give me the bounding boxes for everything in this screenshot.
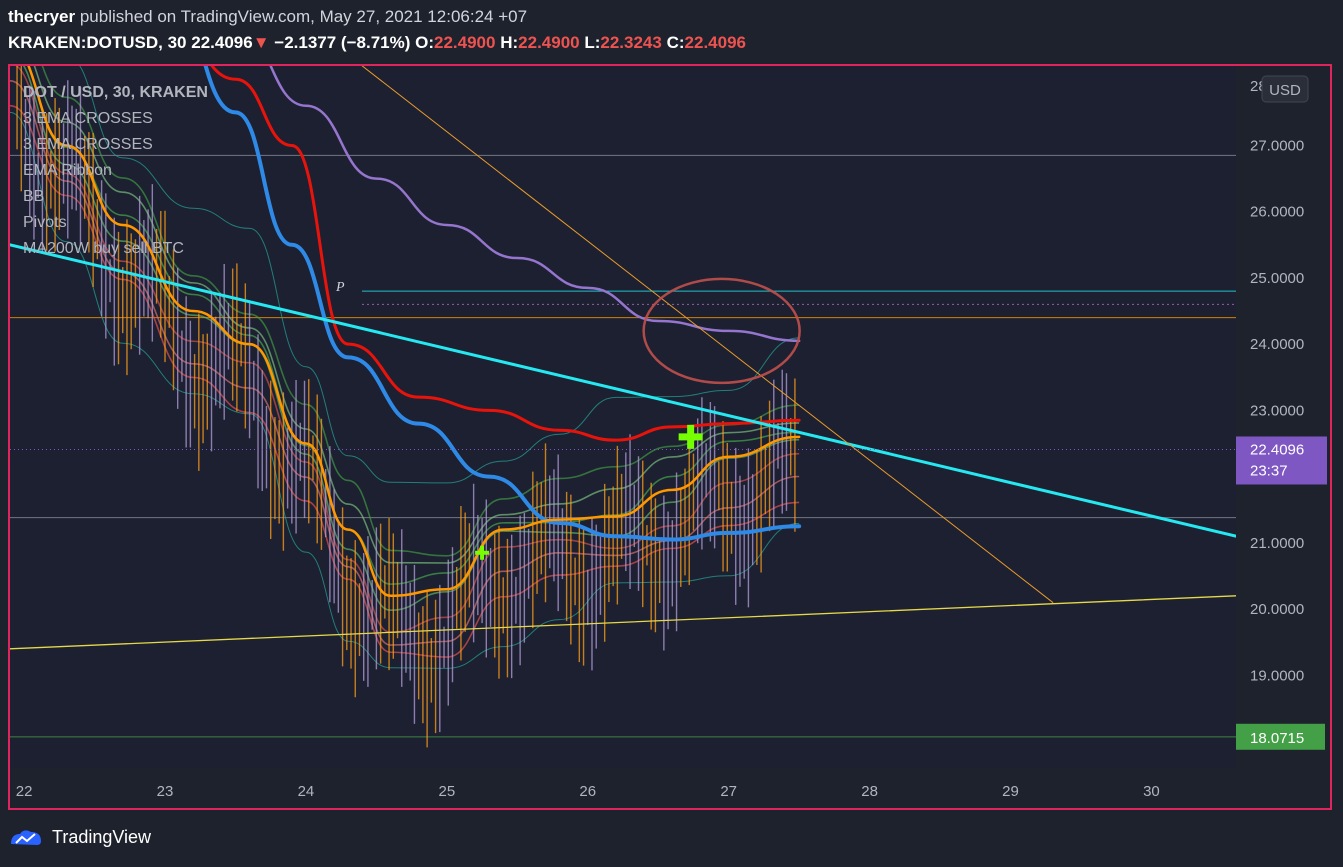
footer-brand[interactable]: TradingView [8, 826, 151, 848]
tradingview-logo-icon [11, 830, 41, 845]
chart-frame [8, 64, 1332, 810]
brand-name: TradingView [52, 826, 152, 847]
